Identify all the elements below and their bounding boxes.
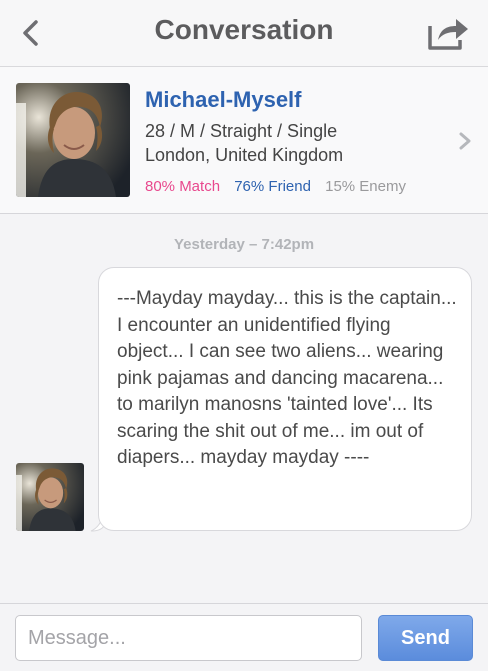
profile-details: 28 / M / Straight / Single (145, 121, 338, 141)
nav-bar: Conversation (0, 0, 488, 67)
message-text: ---Mayday mayday... this is the captain.… (117, 288, 457, 468)
match-percentage: 80% Match (145, 178, 221, 195)
message-input[interactable] (15, 615, 362, 661)
page-title: Conversation (154, 14, 334, 45)
avatar (16, 463, 84, 531)
message-timestamp: Yesterday – 7:42pm (173, 236, 315, 253)
chevron-right-icon[interactable] (458, 131, 472, 151)
enemy-percentage: 15% Enemy (325, 178, 406, 195)
message-avatar[interactable] (16, 463, 84, 531)
send-button[interactable]: Send (378, 615, 473, 661)
message-bubble: ---Mayday mayday... this is the captain.… (98, 267, 472, 531)
share-icon (428, 19, 468, 50)
profile-photo[interactable] (16, 83, 130, 197)
profile-card[interactable]: Michael-Myself 28 / M / Straight / Singl… (0, 67, 488, 214)
profile-name[interactable]: Michael-Myself (145, 87, 302, 113)
share-button[interactable] (426, 14, 470, 52)
avatar (16, 83, 130, 197)
message-composer: Send (0, 603, 488, 671)
profile-location: London, United Kingdom (145, 145, 344, 165)
compatibility-stats: 80% Match 76% Friend 15% Enemy (145, 178, 416, 195)
friend-percentage: 76% Friend (234, 178, 311, 195)
